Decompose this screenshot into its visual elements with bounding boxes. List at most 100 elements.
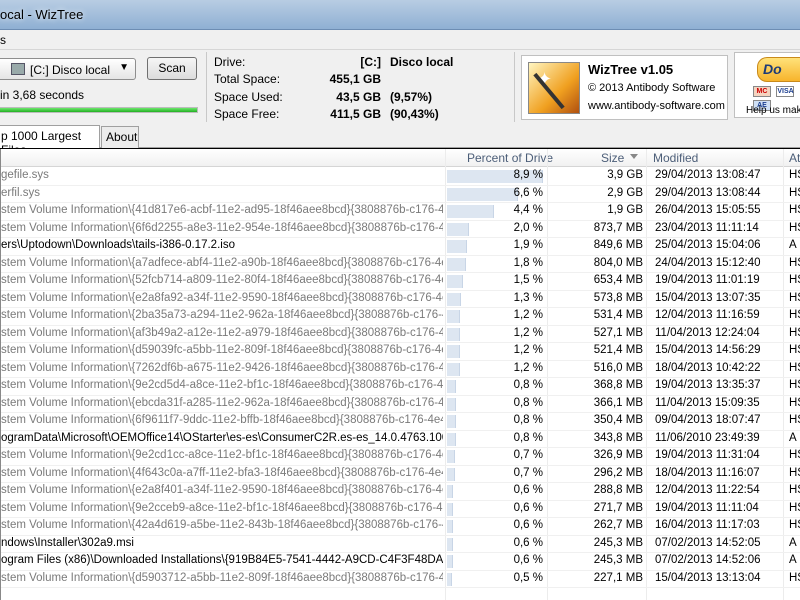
attributes-cell: HS — [789, 344, 800, 356]
percent-value: 0,6 % — [513, 519, 543, 531]
menu-item[interactable]: s — [0, 33, 6, 47]
percent-value: 0,6 % — [513, 536, 543, 549]
total-space-label: Total Space: — [214, 72, 281, 86]
drive-select[interactable]: [C:] Disco local ▼ — [0, 58, 136, 80]
modified-cell: 26/04/2013 15:05:55 — [655, 204, 761, 216]
files-table: Percent of Drive Size Modified Att gefil… — [0, 149, 800, 600]
donate-button[interactable]: Do — [757, 57, 800, 82]
percent-value: 0,7 % — [513, 466, 543, 479]
table-row[interactable]: stem Volume Information\{d59039fc-a5bb-1… — [1, 343, 800, 361]
attributes-cell: HS — [789, 466, 800, 479]
table-row[interactable]: stem Volume Information\{2ba35a73-a294-1… — [1, 308, 800, 326]
percent-cell: 1,5 % — [447, 273, 547, 290]
size-cell: 3,9 GB — [607, 169, 643, 181]
modified-cell: 11/04/2013 15:09:35 — [655, 396, 760, 409]
file-path: ers\Uptodown\Downloads\tails-i386-0.17.2… — [1, 239, 235, 251]
percent-cell: 0,8 % — [447, 396, 547, 413]
percent-cell: 0,8 % — [447, 431, 547, 448]
percent-cell: 0,6 % — [447, 553, 547, 570]
title-bar: ocal - WizTree — [0, 0, 800, 30]
table-row[interactable]: stem Volume Information\{6f6d2255-a8e3-1… — [1, 221, 800, 238]
table-row[interactable]: ogram Files (x86)\Downloaded Installatio… — [1, 553, 800, 571]
percent-bar — [447, 205, 494, 218]
file-path: stem Volume Information\{2ba35a73-a294-1… — [1, 309, 443, 321]
attributes-cell: HS — [789, 274, 800, 286]
wizard-wand-icon: ✦ — [528, 62, 580, 114]
attributes-cell: HS — [789, 414, 800, 426]
file-path: stem Volume Information\{41d817e6-acbf-1… — [1, 204, 443, 216]
modified-cell: 18/04/2013 10:42:22 — [655, 361, 761, 374]
modified-cell: 24/04/2013 15:12:40 — [655, 256, 761, 269]
percent-cell: 1,2 % — [447, 326, 547, 343]
percent-value: 1,9 % — [513, 239, 543, 251]
donate-note: Help us make — [746, 105, 800, 116]
table-row[interactable]: stem Volume Information\{9e2cd1cc-a8ce-1… — [1, 448, 800, 466]
table-row[interactable]: stem Volume Information\{52fcb714-a809-1… — [1, 273, 800, 291]
table-row[interactable]: stem Volume Information\{d5903712-a5bb-1… — [1, 571, 800, 588]
percent-cell: 0,6 % — [447, 501, 547, 518]
scan-progress-fill — [0, 108, 197, 112]
scan-button[interactable]: Scan — [147, 57, 197, 80]
column-header-percent[interactable]: Percent of Drive — [467, 151, 553, 165]
percent-bar — [447, 520, 453, 533]
file-path: ndows\Installer\302a9.msi — [1, 536, 134, 549]
percent-bar — [447, 380, 456, 393]
table-row[interactable]: stem Volume Information\{9e2cceb9-a8ce-1… — [1, 501, 800, 518]
percent-cell: 1,2 % — [447, 343, 547, 360]
percent-cell: 1,9 % — [447, 238, 547, 255]
table-row[interactable]: gefile.sys 8,9 % 3,9 GB 29/04/2013 13:08:47… — [1, 168, 800, 186]
percent-bar — [447, 292, 461, 306]
space-free-percent: (90,43%) — [390, 107, 439, 121]
file-path: stem Volume Information\{7262df6b-a675-1… — [1, 361, 443, 374]
percent-cell: 2,0 % — [447, 221, 547, 238]
drive-select-value: [C:] Disco local — [30, 63, 111, 77]
tab-about[interactable]: About — [101, 126, 139, 148]
percent-bar — [447, 187, 518, 201]
percent-cell: 1,2 % — [447, 361, 547, 378]
table-row[interactable]: ogramData\Microsoft\OEMOffice14\OStarter… — [1, 431, 800, 448]
tab-largest-files[interactable]: p 1000 Largest Files — [0, 125, 100, 157]
visa-icon: VISA — [776, 86, 795, 97]
size-cell: 350,4 MB — [593, 414, 643, 426]
size-cell: 343,8 MB — [593, 431, 643, 444]
size-cell: 296,2 MB — [593, 466, 643, 479]
attributes-cell: HS — [789, 449, 800, 461]
table-row[interactable]: stem Volume Information\{af3b49a2-a12e-1… — [1, 326, 800, 343]
table-row[interactable]: erfil.sys 6,6 % 2,9 GB 29/04/2013 13:08:44 H… — [1, 186, 800, 203]
space-used-percent: (9,57%) — [390, 90, 433, 104]
table-row[interactable]: stem Volume Information\{42a4d619-a5be-1… — [1, 518, 800, 536]
table-row[interactable]: stem Volume Information\{a7adfece-abf4-1… — [1, 256, 800, 273]
percent-bar — [447, 502, 453, 516]
modified-cell: 07/02/2013 14:52:05 — [655, 536, 761, 549]
attributes-cell: HS — [789, 169, 800, 181]
table-row[interactable]: stem Volume Information\{e2a8fa92-a34f-1… — [1, 291, 800, 308]
file-path: stem Volume Information\{9e2cd1cc-a8ce-1… — [1, 449, 443, 461]
table-row[interactable]: stem Volume Information\{41d817e6-acbf-1… — [1, 203, 800, 221]
percent-bar — [447, 310, 460, 323]
scan-progress-bar — [0, 107, 198, 113]
percent-cell: 1,8 % — [447, 256, 547, 273]
column-header-attributes[interactable]: Att — [789, 151, 800, 165]
drive-icon — [11, 63, 25, 75]
table-row[interactable]: stem Volume Information\{6f9611f7-9ddc-1… — [1, 413, 800, 431]
table-row[interactable]: stem Volume Information\{e2a8f401-a34f-1… — [1, 483, 800, 501]
table-row[interactable]: stem Volume Information\{7262df6b-a675-1… — [1, 361, 800, 378]
app-version-title: WizTree v1.05 — [588, 62, 674, 77]
modified-cell: 15/04/2013 14:56:29 — [655, 344, 761, 356]
table-row[interactable]: ers\Uptodown\Downloads\tails-i386-0.17.2… — [1, 238, 800, 256]
column-header-size[interactable]: Size — [601, 151, 624, 165]
table-row[interactable]: stem Volume Information\{ebcda31f-a285-1… — [1, 396, 800, 413]
file-path: stem Volume Information\{ebcda31f-a285-1… — [1, 396, 443, 409]
scan-time: in 3,68 seconds — [0, 88, 85, 102]
attributes-cell: HS — [789, 309, 800, 321]
size-cell: 227,1 MB — [593, 571, 643, 584]
table-row[interactable]: stem Volume Information\{4f643c0a-a7ff-1… — [1, 466, 800, 483]
column-header-modified[interactable]: Modified — [653, 151, 698, 165]
table-row[interactable]: stem Volume Information\{9e2cd5d4-a8ce-1… — [1, 378, 800, 396]
website-link[interactable]: www.antibody-software.com — [588, 100, 725, 112]
size-cell: 521,4 MB — [593, 344, 643, 356]
percent-cell: 0,5 % — [447, 571, 547, 588]
menu-bar: s — [0, 30, 800, 50]
table-row[interactable]: ndows\Installer\302a9.msi 0,6 % 245,3 MB 07… — [1, 536, 800, 553]
drive-label: Drive: — [214, 55, 246, 69]
